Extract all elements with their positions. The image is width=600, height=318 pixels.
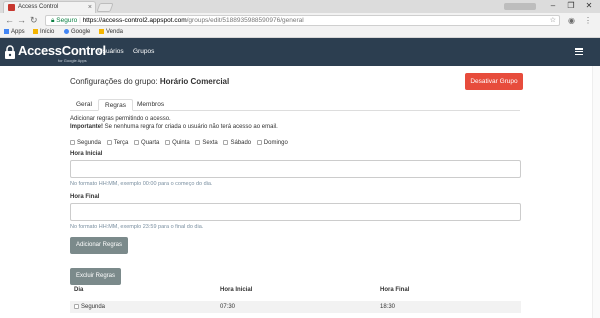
- back-icon[interactable]: ←: [5, 14, 14, 27]
- add-rules-button[interactable]: Adicionar Regras: [70, 237, 128, 254]
- tab-geral[interactable]: Geral: [70, 99, 98, 111]
- checkbox[interactable]: [165, 140, 171, 145]
- day-label: Domingo: [263, 140, 288, 146]
- table-row: Segunda 07:30 18:30: [70, 301, 521, 313]
- profile-chip[interactable]: [504, 3, 536, 10]
- checkbox[interactable]: [195, 140, 201, 145]
- nav-grupos[interactable]: Grupos: [133, 48, 154, 55]
- day-sabado[interactable]: Sábado: [223, 140, 251, 146]
- checkbox[interactable]: [256, 140, 262, 145]
- close-window-icon[interactable]: ✕: [580, 0, 598, 12]
- important-note: Importante! Se nenhuma regra for criada …: [70, 124, 278, 130]
- secure-label: Seguro: [56, 17, 78, 24]
- deactivate-group-button[interactable]: Desativar Grupo: [465, 73, 523, 90]
- url-host: https://access-control2.appspot.com: [82, 17, 187, 24]
- row-day: Segunda: [81, 304, 106, 310]
- important-text: Se nenhuma regra for criada o usuário nã…: [104, 124, 278, 130]
- col-header-dia: Dia: [74, 287, 84, 293]
- apps-grid-icon: [4, 29, 9, 34]
- group-tabs: Geral Regras Membros: [70, 99, 520, 111]
- checkbox[interactable]: [106, 140, 112, 145]
- day-label: Sexta: [202, 140, 218, 146]
- padlock-logo-icon: [5, 45, 15, 59]
- google-icon: [64, 29, 69, 34]
- folder-icon: [33, 29, 38, 34]
- day-sexta[interactable]: Sexta: [195, 140, 218, 146]
- app-navbar: AccessControl for Google Apps Usuários G…: [0, 38, 600, 66]
- day-quarta[interactable]: Quarta: [134, 140, 159, 146]
- checkbox[interactable]: [134, 140, 140, 145]
- browser-tab[interactable]: Access Control ×: [3, 1, 96, 13]
- nav-usuarios[interactable]: Usuários: [98, 48, 124, 55]
- day-label: Quarta: [141, 140, 160, 146]
- tab-regras[interactable]: Regras: [98, 99, 133, 111]
- delete-rules-button[interactable]: Excluir Regras: [70, 268, 121, 285]
- start-time-input[interactable]: [70, 160, 521, 178]
- important-label: Importante!: [70, 124, 103, 130]
- row-start-cell: 07:30: [220, 304, 236, 310]
- page-title-prefix: Configurações do grupo:: [70, 77, 158, 86]
- end-time-input[interactable]: [70, 203, 521, 221]
- bookmark-label: Google: [71, 29, 91, 35]
- restore-icon[interactable]: ❐: [562, 0, 580, 12]
- bookmark-apps[interactable]: Apps: [4, 28, 25, 37]
- address-bar[interactable]: 🔒︎ Seguro | https://access-control2.apps…: [45, 15, 560, 26]
- reload-icon[interactable]: ↻: [30, 14, 38, 27]
- browser-toolbar: ← → ↻ 🔒︎ Seguro | https://access-control…: [0, 13, 600, 28]
- bookmark-label: Início: [40, 29, 55, 35]
- end-time-help: No formato HH:MM, exemplo 23:59 para o f…: [70, 224, 204, 230]
- day-label: Terça: [113, 140, 129, 146]
- day-terca[interactable]: Terça: [106, 140, 129, 146]
- day-label: Segunda: [77, 140, 102, 146]
- new-tab-button[interactable]: [96, 3, 114, 12]
- row-day-cell: Segunda: [74, 304, 105, 310]
- page-title: Configurações do grupo: Horário Comercia…: [70, 77, 229, 86]
- bookmark-inicio[interactable]: Início: [33, 28, 54, 37]
- col-header-hora-final: Hora Final: [380, 287, 410, 293]
- row-checkbox[interactable]: [74, 304, 79, 309]
- brand-subtitle: for Google Apps: [58, 58, 87, 63]
- hamburger-menu-icon[interactable]: [575, 48, 583, 56]
- brand-logo[interactable]: AccessControl: [18, 43, 106, 58]
- tab-favicon-icon: [8, 4, 15, 11]
- extension-icon[interactable]: ◉: [568, 15, 575, 26]
- forward-icon[interactable]: →: [17, 14, 26, 27]
- tab-title: Access Control: [18, 4, 59, 10]
- minimize-icon[interactable]: –: [544, 0, 562, 12]
- day-checkboxes: Segunda Terça Quarta Quinta Sexta Sábado…: [70, 140, 292, 146]
- checkbox[interactable]: [70, 140, 75, 145]
- bookmark-google[interactable]: Google: [64, 28, 90, 37]
- folder-icon: [99, 29, 104, 34]
- day-domingo[interactable]: Domingo: [256, 140, 288, 146]
- bookmark-label: Apps: [11, 29, 25, 35]
- browser-menu-icon[interactable]: ⋮: [584, 15, 592, 26]
- bookmark-venda[interactable]: Venda: [99, 28, 123, 37]
- day-quinta[interactable]: Quinta: [165, 140, 190, 146]
- browser-titlebar: Access Control × – ❐ ✕: [0, 0, 600, 13]
- day-label: Sábado: [230, 140, 252, 146]
- intro-text: Adicionar regras permitindo o acesso.: [70, 116, 171, 122]
- start-time-label: Hora Inicial: [70, 151, 103, 157]
- day-label: Quinta: [172, 140, 190, 146]
- end-time-label: Hora Final: [70, 194, 100, 200]
- start-time-help: No formato HH:MM, exemplo 00:00 para o c…: [70, 181, 213, 187]
- row-end-cell: 18:30: [380, 304, 396, 310]
- page-scrollbar[interactable]: [592, 66, 600, 318]
- group-name: Horário Comercial: [159, 77, 230, 86]
- col-header-hora-inicial: Hora Inicial: [220, 287, 253, 293]
- bookmark-label: Venda: [106, 29, 124, 35]
- tab-close-icon[interactable]: ×: [88, 2, 92, 13]
- day-segunda[interactable]: Segunda: [70, 140, 101, 146]
- url-path: /groups/edit/5188935988590976/general: [186, 17, 304, 24]
- checkbox[interactable]: [223, 140, 229, 145]
- bookmark-star-icon[interactable]: ☆: [550, 16, 556, 25]
- tab-membros[interactable]: Membros: [131, 99, 170, 111]
- lock-icon: 🔒︎: [51, 17, 55, 24]
- bookmarks-bar: Apps Início Google Venda: [0, 28, 600, 38]
